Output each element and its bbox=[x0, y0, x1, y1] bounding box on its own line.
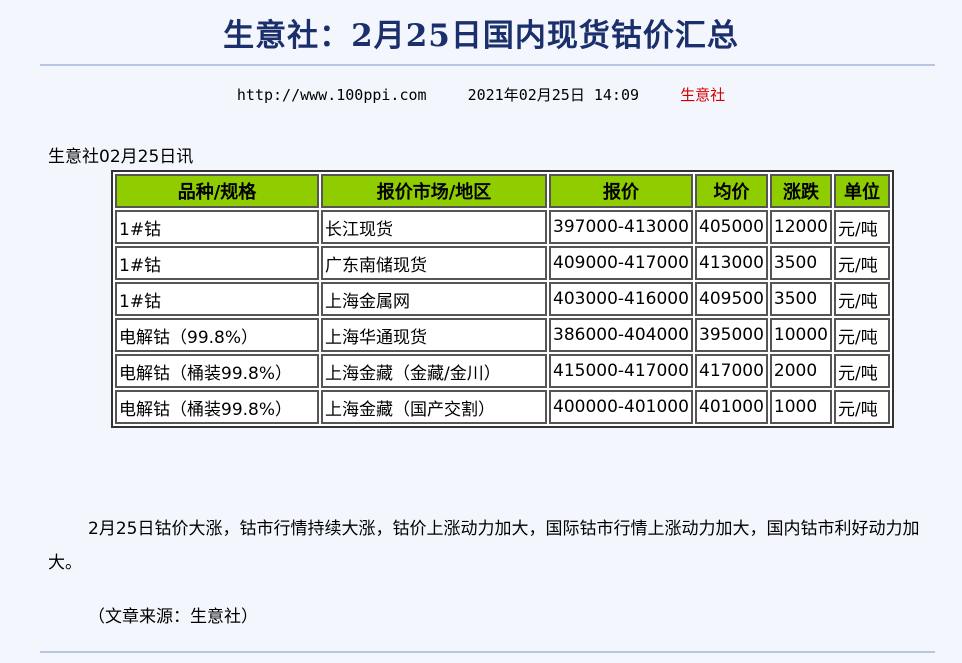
cell-change: 10000 bbox=[769, 318, 832, 352]
cell-price: 415000-417000 bbox=[549, 354, 693, 388]
header-average: 均价 bbox=[695, 174, 768, 208]
cell-price: 397000-413000 bbox=[549, 210, 693, 244]
page-title: 生意社：2月25日国内现货钴价汇总 bbox=[223, 18, 739, 54]
table-row: 1#钴 长江现货 397000-413000 405000 12000 元/吨 bbox=[115, 210, 890, 244]
table-row: 电解钴（桶装99.8%） 上海金藏（金藏/金川） 415000-417000 4… bbox=[115, 354, 890, 388]
article-intro: 生意社02月25日讯 bbox=[48, 147, 194, 167]
cell-average: 409500 bbox=[695, 282, 768, 316]
cell-variety: 电解钴（桶装99.8%） bbox=[115, 390, 319, 424]
publisher-link[interactable]: 生意社 bbox=[680, 86, 725, 104]
table-row: 1#钴 上海金属网 403000-416000 409500 3500 元/吨 bbox=[115, 282, 890, 316]
cell-unit: 元/吨 bbox=[834, 282, 890, 316]
header-change: 涨跌 bbox=[769, 174, 832, 208]
cell-market: 长江现货 bbox=[321, 210, 547, 244]
cell-market: 上海华通现货 bbox=[321, 318, 547, 352]
article-paragraph: 2月25日钴价大涨，钴市行情持续大涨，钴价上涨动力加大，国际钴市行情上涨动力加大… bbox=[48, 519, 920, 573]
top-divider bbox=[40, 64, 935, 66]
cell-average: 405000 bbox=[695, 210, 768, 244]
cell-change: 3500 bbox=[769, 282, 832, 316]
cell-price: 409000-417000 bbox=[549, 246, 693, 280]
cell-average: 401000 bbox=[695, 390, 768, 424]
cell-market: 上海金属网 bbox=[321, 282, 547, 316]
cell-price: 386000-404000 bbox=[549, 318, 693, 352]
cell-variety: 电解钴（桶装99.8%） bbox=[115, 354, 319, 388]
cell-unit: 元/吨 bbox=[834, 390, 890, 424]
cell-average: 395000 bbox=[695, 318, 768, 352]
cell-unit: 元/吨 bbox=[834, 246, 890, 280]
cell-average: 417000 bbox=[695, 354, 768, 388]
header-market: 报价市场/地区 bbox=[321, 174, 547, 208]
cell-variety: 1#钴 bbox=[115, 210, 319, 244]
table-header-row: 品种/规格 报价市场/地区 报价 均价 涨跌 单位 bbox=[115, 174, 890, 208]
header-price: 报价 bbox=[549, 174, 693, 208]
cell-change: 12000 bbox=[769, 210, 832, 244]
cell-variety: 1#钴 bbox=[115, 282, 319, 316]
table-row: 电解钴（桶装99.8%） 上海金藏（国产交割） 400000-401000 40… bbox=[115, 390, 890, 424]
cell-variety: 电解钴（99.8%） bbox=[115, 318, 319, 352]
article-meta: http://www.100ppi.com 2021年02月25日 14:09 … bbox=[0, 84, 962, 105]
site-url[interactable]: http://www.100ppi.com bbox=[237, 86, 427, 104]
header-unit: 单位 bbox=[834, 174, 890, 208]
cell-market: 上海金藏（国产交割） bbox=[321, 390, 547, 424]
cell-unit: 元/吨 bbox=[834, 210, 890, 244]
cell-price: 403000-416000 bbox=[549, 282, 693, 316]
cell-average: 413000 bbox=[695, 246, 768, 280]
article-source-note: （文章来源：生意社） bbox=[88, 607, 258, 627]
cell-variety: 1#钴 bbox=[115, 246, 319, 280]
bottom-divider bbox=[40, 651, 935, 653]
cell-market: 广东南储现货 bbox=[321, 246, 547, 280]
table-row: 电解钴（99.8%） 上海华通现货 386000-404000 395000 1… bbox=[115, 318, 890, 352]
cell-price: 400000-401000 bbox=[549, 390, 693, 424]
cell-change: 2000 bbox=[769, 354, 832, 388]
header-variety: 品种/规格 bbox=[115, 174, 319, 208]
cell-change: 3500 bbox=[769, 246, 832, 280]
table-row: 1#钴 广东南储现货 409000-417000 413000 3500 元/吨 bbox=[115, 246, 890, 280]
cell-unit: 元/吨 bbox=[834, 318, 890, 352]
publish-datetime: 2021年02月25日 14:09 bbox=[467, 86, 640, 104]
cell-unit: 元/吨 bbox=[834, 354, 890, 388]
cell-change: 1000 bbox=[769, 390, 832, 424]
price-table: 品种/规格 报价市场/地区 报价 均价 涨跌 单位 1#钴 长江现货 39700… bbox=[111, 170, 894, 428]
cell-market: 上海金藏（金藏/金川） bbox=[321, 354, 547, 388]
